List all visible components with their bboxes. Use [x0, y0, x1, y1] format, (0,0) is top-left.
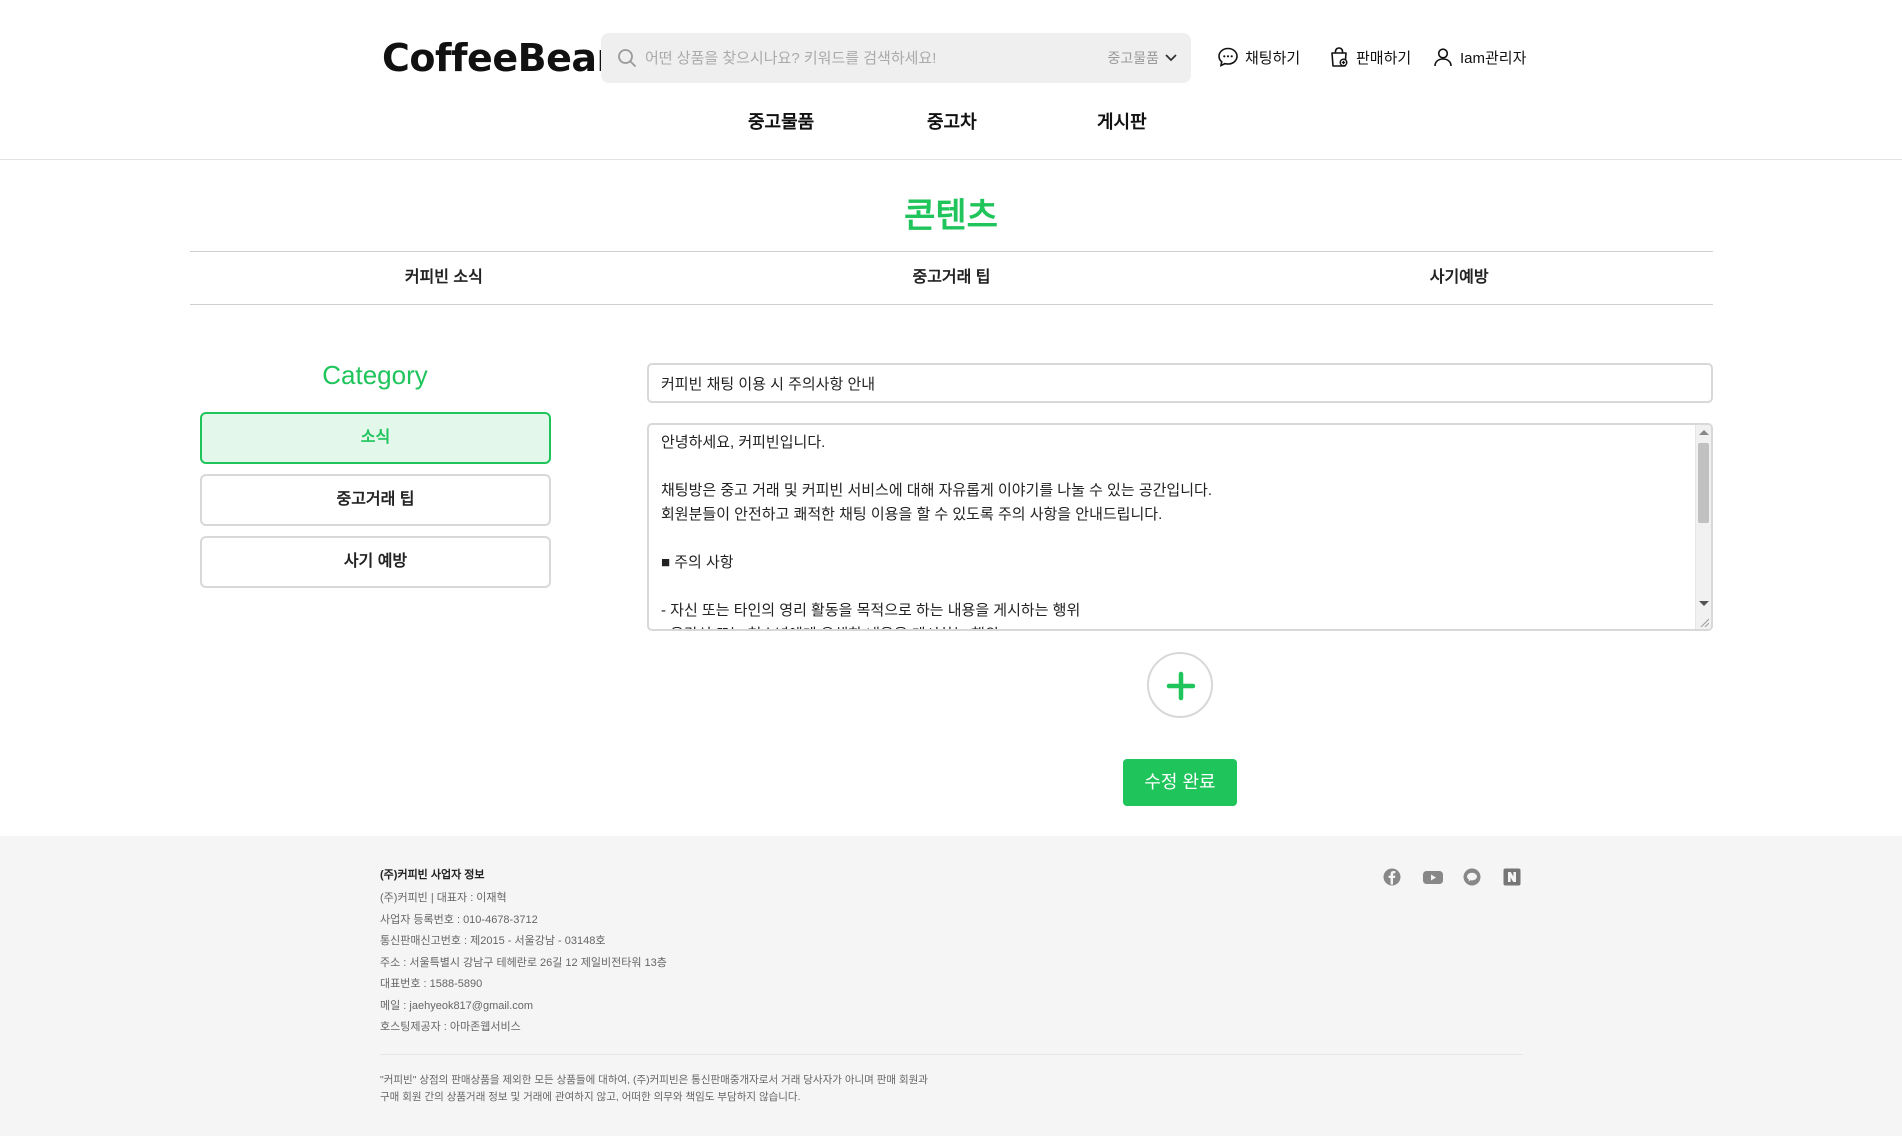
footer-disclaimer: "커피빈" 상점의 판매상품을 제외한 모든 상품들에 대하여, (주)커피빈은…: [380, 1072, 1080, 1106]
footer-business-info: (주)커피빈 | 대표자 : 이재혁 사업자 등록번호 : 010-4678-3…: [380, 888, 667, 1039]
page-title: 콘텐츠: [904, 197, 998, 235]
tab-fraud-prevention[interactable]: 사기예방: [1205, 252, 1713, 304]
save-button[interactable]: 수정 완료: [1123, 759, 1237, 806]
post-body-line: [661, 455, 1681, 479]
post-body-line: [661, 527, 1681, 551]
footer-disclaimer-line: "커피빈" 상점의 판매상품을 제외한 모든 상품들에 대하여, (주)커피빈은…: [380, 1074, 928, 1086]
nav-board[interactable]: 게시판: [1097, 108, 1147, 134]
resize-grip-icon[interactable]: [1699, 617, 1709, 627]
category-title: Category: [322, 360, 428, 390]
footer-line: 주소 : 서울특별시 강남구 테헤란로 26길 12 제일비전타워 13층: [380, 956, 667, 969]
kakao-icon[interactable]: [1462, 867, 1482, 887]
tab-trade-tips[interactable]: 중고거래 팁: [698, 252, 1206, 304]
post-body-line: - 음란성 또는 청소년에게 유해한 내용을 게시하는 행위: [661, 623, 1681, 629]
search-icon: [618, 49, 636, 67]
footer-divider: [380, 1054, 1523, 1055]
footer-line: 메일 : jaehyeok817@gmail.com: [380, 999, 534, 1012]
post-body-line: - 자신 또는 타인의 영리 활동을 목적으로 하는 내용을 게시하는 행위: [661, 602, 1081, 619]
search-input[interactable]: [645, 33, 1045, 83]
chevron-down-icon: [1165, 54, 1177, 62]
footer-line: 통신판매신고번호 : 제2015 - 서울강남 - 03148호: [380, 935, 606, 947]
chat-link-label: 채팅하기: [1245, 49, 1301, 67]
content-tabs: 커피빈 소식 중고거래 팁 사기예방: [190, 251, 1713, 305]
site-header: CoffeeBean 중고물품 채팅하기 판매하기: [0, 0, 1902, 160]
footer-line: (주)커피빈 | 대표자 : 이재혁: [380, 892, 507, 904]
user-link-label: Iam관리자: [1460, 49, 1527, 67]
post-body-line: 안녕하세요, 커피빈입니다.: [661, 434, 826, 451]
category-news-button[interactable]: 소식: [200, 412, 551, 464]
textarea-scrollbar[interactable]: [1695, 425, 1711, 629]
facebook-icon[interactable]: [1382, 867, 1402, 887]
plus-icon: [1166, 671, 1196, 701]
scroll-up-arrow-icon[interactable]: [1699, 430, 1709, 435]
footer-line: 대표번호 : 1588-5890: [380, 978, 483, 990]
logo[interactable]: CoffeeBean: [382, 36, 624, 80]
post-body-line: 회원분들이 안전하고 쾌적한 채팅 이용을 할 수 있도록 주의 사항을 안내드…: [661, 506, 1163, 523]
site-footer: (주)커피빈 사업자 정보 (주)커피빈 | 대표자 : 이재혁 사업자 등록번…: [0, 836, 1902, 1136]
chat-bubble-icon: [1218, 47, 1238, 67]
post-body-textarea[interactable]: 안녕하세요, 커피빈입니다. 채팅방은 중고 거래 및 커피빈 서비스에 대해 …: [647, 423, 1713, 631]
tab-news[interactable]: 커피빈 소식: [190, 252, 698, 304]
naver-icon[interactable]: [1502, 867, 1522, 887]
post-body-line: [661, 575, 1681, 599]
search-bar: 중고물품: [601, 33, 1191, 83]
nav-used-goods[interactable]: 중고물품: [748, 108, 814, 134]
scrollbar-thumb[interactable]: [1698, 443, 1709, 523]
post-body-text: 안녕하세요, 커피빈입니다. 채팅방은 중고 거래 및 커피빈 서비스에 대해 …: [661, 431, 1681, 629]
footer-line: 호스팅제공자 : 아마존웹서비스: [380, 1021, 521, 1033]
add-section-button[interactable]: [1147, 652, 1213, 718]
footer-heading: (주)커피빈 사업자 정보: [380, 869, 485, 881]
search-scope-label: 중고물품: [1107, 50, 1159, 66]
category-trade-tips-button[interactable]: 중고거래 팁: [200, 474, 551, 526]
user-link[interactable]: Iam관리자: [1432, 44, 1526, 70]
user-icon: [1434, 48, 1452, 67]
nav-used-cars[interactable]: 중고차: [927, 108, 977, 134]
post-title-input[interactable]: [647, 363, 1713, 403]
shopping-bag-icon: [1331, 47, 1348, 67]
post-body-line: 채팅방은 중고 거래 및 커피빈 서비스에 대해 자유롭게 이야기를 나눌 수 …: [661, 482, 1212, 499]
post-body-line: ■ 주의 사항: [661, 554, 734, 571]
chat-link[interactable]: 채팅하기: [1217, 44, 1300, 70]
sell-link-label: 판매하기: [1356, 49, 1412, 67]
footer-line: 사업자 등록번호 : 010-4678-3712: [380, 913, 538, 926]
scroll-down-arrow-icon[interactable]: [1699, 601, 1709, 606]
category-fraud-button[interactable]: 사기 예방: [200, 536, 551, 588]
search-scope-select[interactable]: 중고물품: [1107, 33, 1177, 83]
footer-disclaimer-line: 구매 회원 간의 상품거래 정보 및 거래에 관여하지 않고, 어떠한 의무와 …: [380, 1091, 801, 1103]
sell-link[interactable]: 판매하기: [1328, 44, 1411, 70]
youtube-icon[interactable]: [1422, 867, 1444, 887]
